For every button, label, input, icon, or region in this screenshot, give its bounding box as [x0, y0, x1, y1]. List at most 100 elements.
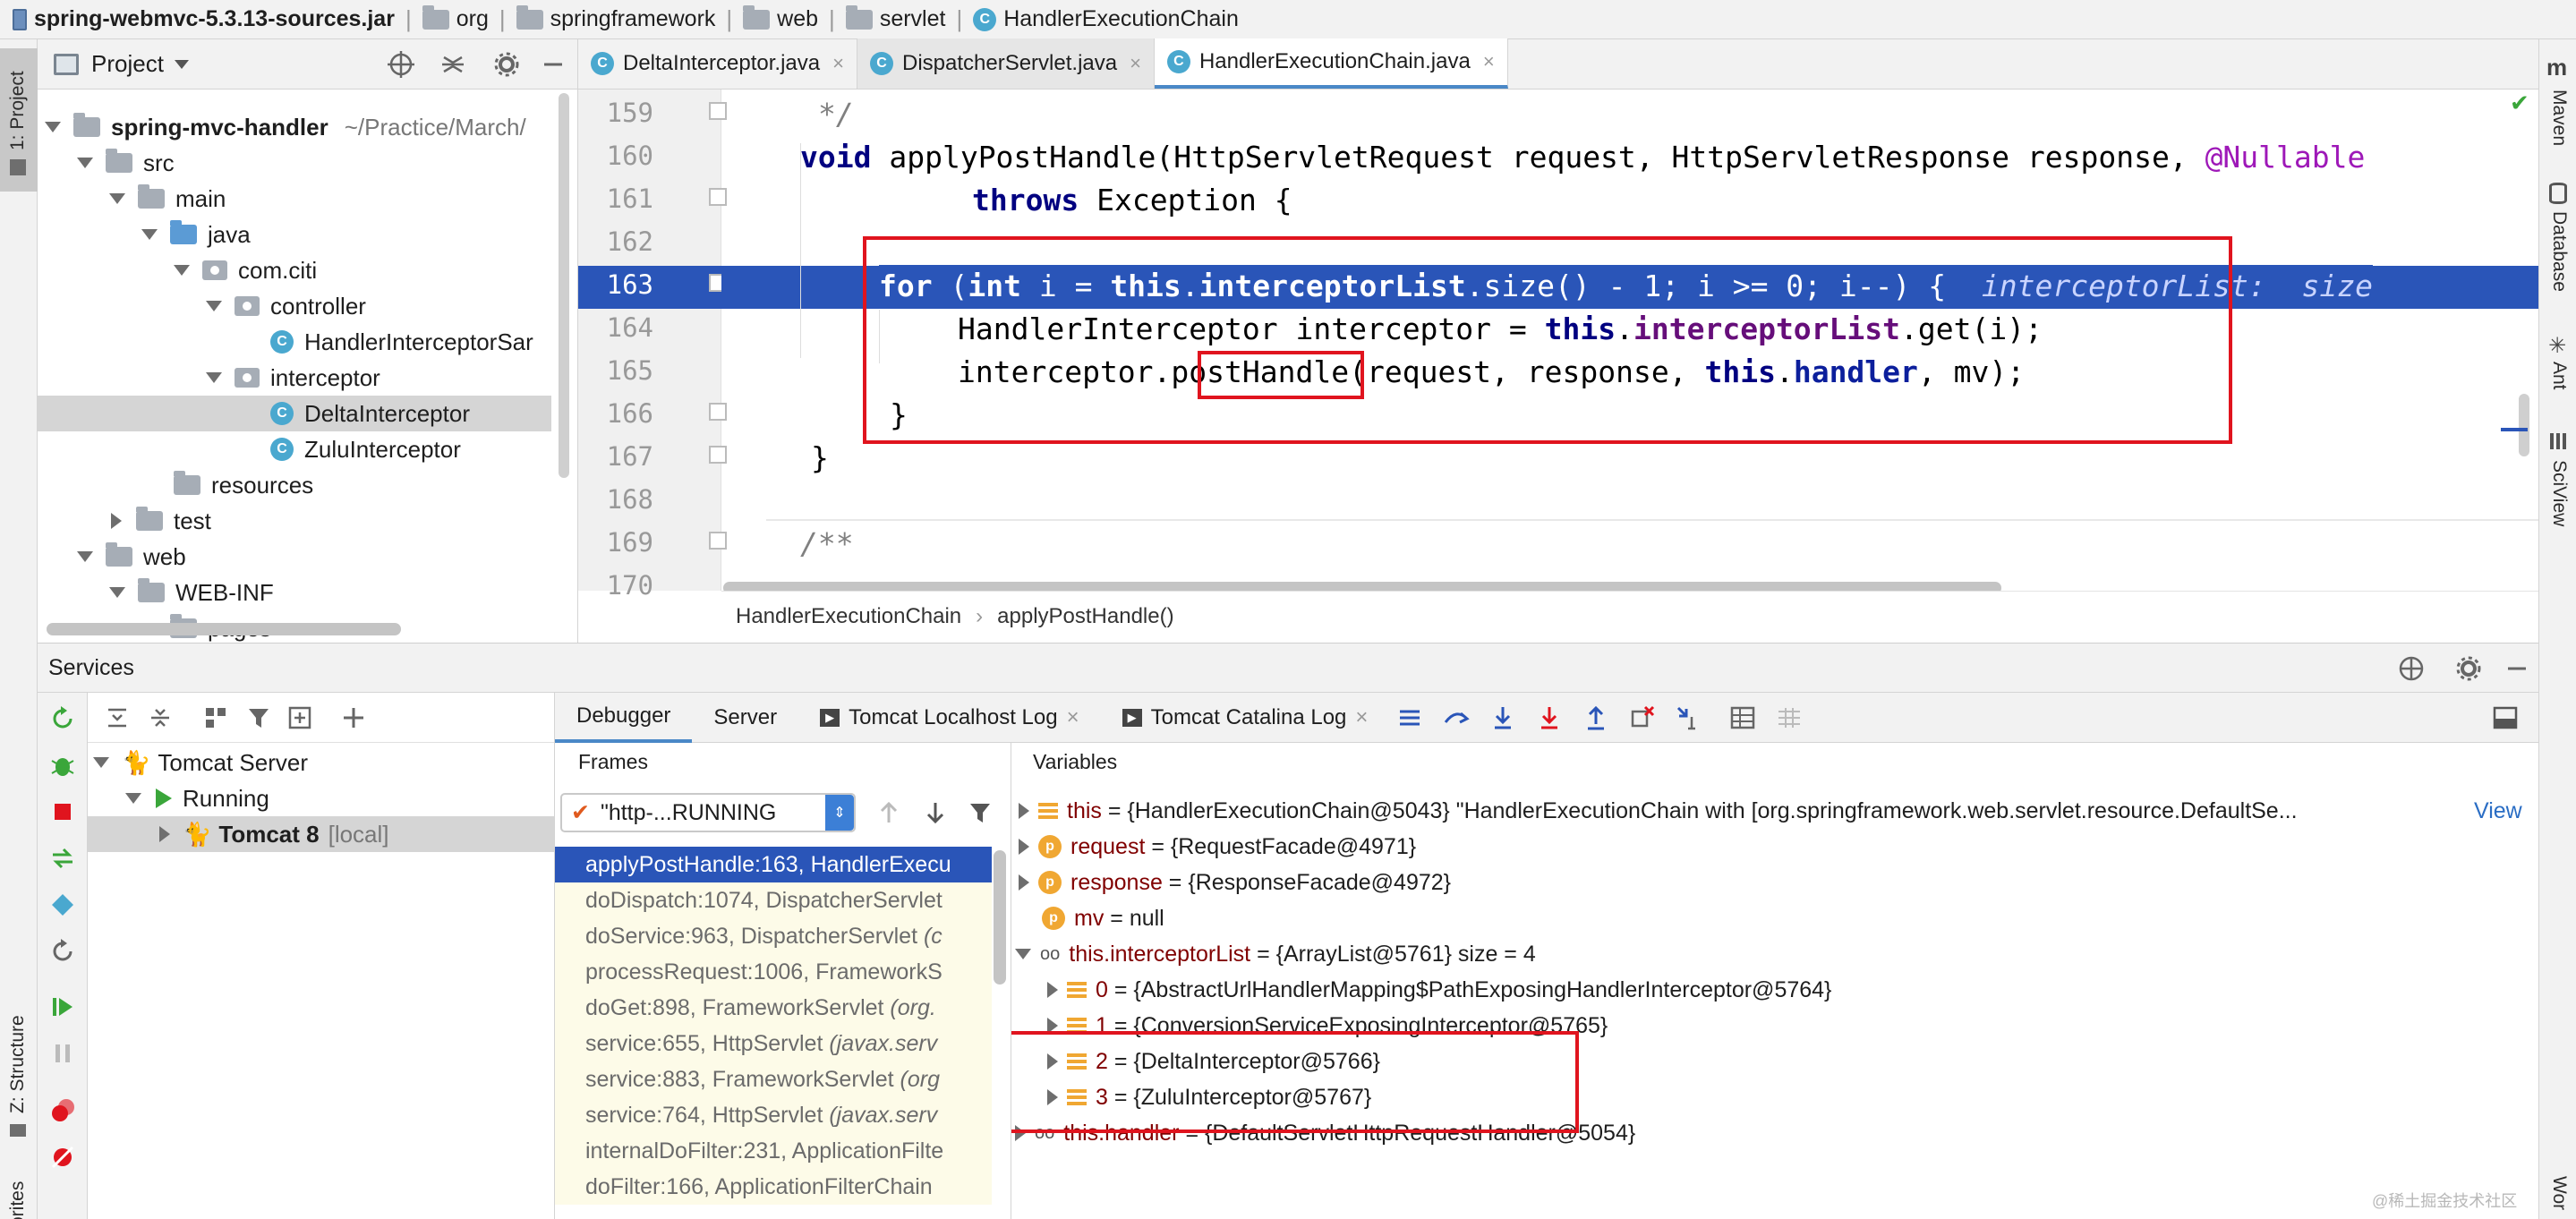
tree-node-com-citi[interactable]: com.citi: [38, 252, 557, 288]
gear-icon[interactable]: [492, 50, 521, 79]
database-tool-label[interactable]: Database: [2548, 211, 2570, 292]
service-node-running[interactable]: Running: [125, 780, 554, 816]
expand-all-icon[interactable]: [104, 704, 131, 731]
view-breakpoints-icon[interactable]: [49, 1097, 76, 1124]
gear-icon[interactable]: [2454, 654, 2483, 683]
locate-icon[interactable]: [387, 50, 415, 79]
vertical-scrollbar[interactable]: [559, 93, 569, 478]
crumb-jar[interactable]: spring-webmvc-5.3.13-sources.jar: [13, 6, 395, 32]
variable-row[interactable]: this = {HandlerExecutionChain@5043} "Han…: [1019, 793, 2298, 829]
crumb-method[interactable]: applyPostHandle(): [997, 604, 1173, 629]
trace-stream-icon[interactable]: [1776, 704, 1803, 731]
tree-node-zulu-interceptor[interactable]: C ZuluInterceptor: [38, 431, 557, 467]
project-view-title[interactable]: Project: [91, 50, 164, 78]
new-tab-icon[interactable]: [286, 704, 313, 731]
frame-row[interactable]: internalDoFilter:231, ApplicationFilte: [555, 1133, 992, 1169]
tree-node-resources[interactable]: resources: [38, 467, 557, 503]
crumb-springframework[interactable]: springframework: [516, 4, 715, 32]
view-link[interactable]: View: [2474, 793, 2522, 829]
layout-icon[interactable]: [2492, 704, 2519, 731]
sciview-tool-label[interactable]: SciView: [2548, 460, 2570, 526]
maven-tool-label[interactable]: Maven: [2548, 90, 2570, 146]
step-out-icon[interactable]: [1582, 704, 1609, 731]
horizontal-scrollbar[interactable]: [47, 623, 401, 635]
close-icon[interactable]: ×: [1067, 705, 1079, 730]
stop-icon[interactable]: [49, 798, 76, 825]
wor-tool-label[interactable]: Wor: [2548, 1176, 2570, 1210]
tree-node-test[interactable]: test: [38, 503, 557, 539]
tab-delta-interceptor[interactable]: C DeltaInterceptor.java ×: [578, 38, 857, 89]
tab-tomcat-catalina-log[interactable]: ▶ Tomcat Catalina Log ×: [1101, 693, 1390, 743]
resume-icon[interactable]: [49, 993, 76, 1020]
group-by-icon[interactable]: [202, 704, 229, 731]
pause-icon[interactable]: [49, 1040, 76, 1067]
tree-node-java[interactable]: java: [38, 217, 557, 252]
step-over-icon[interactable]: [1489, 704, 1516, 731]
close-icon[interactable]: ×: [1355, 705, 1368, 730]
tree-node-interceptor[interactable]: interceptor: [38, 360, 557, 396]
tree-node-src[interactable]: src: [38, 145, 557, 181]
tree-node-project-root[interactable]: spring-mvc-handler ~/Practice/March/: [38, 109, 557, 145]
horizontal-scrollbar[interactable]: [723, 582, 2001, 591]
tab-dispatcher-servlet[interactable]: C DispatcherServlet.java ×: [857, 38, 1155, 89]
close-icon[interactable]: ×: [1483, 50, 1495, 73]
variable-row[interactable]: p request = {RequestFacade@4971}: [1019, 829, 1416, 865]
collapse-all-icon[interactable]: [439, 50, 467, 79]
minimize-icon[interactable]: [539, 50, 567, 79]
debug-icon[interactable]: [49, 752, 76, 779]
up-arrow-icon[interactable]: [875, 799, 902, 826]
minimize-icon[interactable]: [2503, 654, 2531, 683]
close-icon[interactable]: ×: [1130, 52, 1141, 75]
down-arrow-icon[interactable]: [922, 799, 949, 826]
frame-row[interactable]: service:883, FrameworkServlet (org: [555, 1061, 992, 1097]
crumb-web[interactable]: web: [743, 4, 818, 32]
update-icon[interactable]: [49, 891, 76, 918]
close-icon[interactable]: ×: [832, 52, 844, 75]
service-node-tomcat-8[interactable]: 🐈 Tomcat 8 [local]: [88, 816, 554, 852]
frame-row[interactable]: doDispatch:1074, DispatcherServlet: [555, 882, 992, 918]
ant-tool-label[interactable]: Ant: [2548, 362, 2570, 390]
vertical-scrollbar[interactable]: [994, 850, 1006, 985]
frame-row[interactable]: service:655, HttpServlet (javax.serv: [555, 1026, 992, 1061]
add-icon[interactable]: [340, 704, 367, 731]
variable-row[interactable]: 0 = {AbstractUrlHandlerMapping$PathExpos…: [1047, 972, 1831, 1008]
deploy-icon[interactable]: [49, 845, 76, 872]
variable-row[interactable]: oo this.interceptorList = {ArrayList@576…: [1015, 936, 1536, 972]
tree-node-main[interactable]: main: [38, 181, 557, 217]
evaluate-expression-icon[interactable]: [1729, 704, 1756, 731]
crumb-servlet[interactable]: servlet: [845, 4, 945, 32]
mute-breakpoints-icon[interactable]: [49, 1144, 76, 1171]
frame-row[interactable]: applyPostHandle:163, HandlerExecu: [555, 847, 992, 882]
show-execution-point-icon[interactable]: [1443, 704, 1471, 731]
crumb-org[interactable]: org: [422, 4, 489, 32]
step-into-icon[interactable]: [1536, 704, 1563, 731]
frame-row[interactable]: doFilter:166, ApplicationFilterChain: [555, 1169, 992, 1205]
frame-row[interactable]: processRequest:1006, FrameworkS: [555, 954, 992, 990]
tab-tomcat-localhost-log[interactable]: ▶ Tomcat Localhost Log ×: [798, 693, 1101, 743]
drop-frame-icon[interactable]: [1629, 704, 1656, 731]
tree-node-web[interactable]: web: [38, 539, 557, 575]
tab-debugger[interactable]: Debugger: [555, 693, 693, 743]
favorites-tool-label[interactable]: Favorites: [7, 1181, 29, 1219]
frame-row[interactable]: doGet:898, FrameworkServlet (org.: [555, 990, 992, 1026]
globe-icon[interactable]: [2397, 654, 2426, 683]
chevron-updown-icon[interactable]: ⇕: [825, 795, 854, 831]
filter-icon[interactable]: [967, 799, 994, 826]
tree-node-web-inf[interactable]: WEB-INF: [38, 575, 557, 610]
tree-node-controller[interactable]: controller: [38, 288, 557, 324]
tree-node-delta-interceptor[interactable]: C DeltaInterceptor: [38, 396, 551, 431]
variable-row[interactable]: p mv = null: [1042, 900, 1164, 936]
vertical-scrollbar[interactable]: [2519, 394, 2529, 456]
crumb-class[interactable]: HandlerExecutionChain: [736, 604, 961, 629]
crumb-class[interactable]: C HandlerExecutionChain: [973, 6, 1239, 32]
menu-icon[interactable]: [1396, 704, 1423, 731]
frame-row[interactable]: doService:963, DispatcherServlet (c: [555, 918, 992, 954]
filter-icon[interactable]: [245, 704, 272, 731]
structure-tool-label[interactable]: Z: Structure: [7, 1015, 29, 1113]
run-to-cursor-icon[interactable]: [1676, 704, 1702, 731]
thread-selector[interactable]: ✔ "http-...RUNNING ⇕: [560, 793, 856, 832]
code-editor[interactable]: */ void applyPostHandle(HttpServletReque…: [721, 90, 2538, 591]
service-node-tomcat-server[interactable]: 🐈 Tomcat Server: [93, 745, 554, 780]
variable-row[interactable]: p response = {ResponseFacade@4972}: [1019, 865, 1451, 900]
tab-handler-execution-chain[interactable]: C HandlerExecutionChain.java ×: [1154, 38, 1508, 89]
